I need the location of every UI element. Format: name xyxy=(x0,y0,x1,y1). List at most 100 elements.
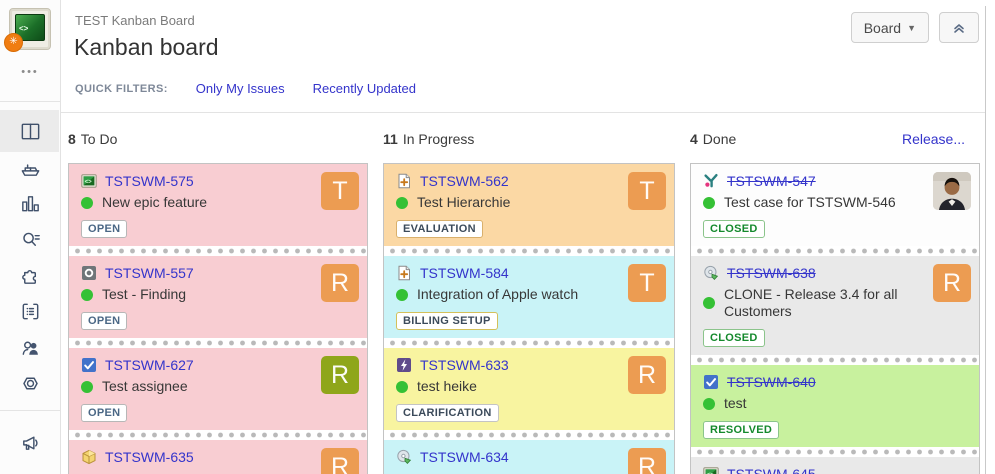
breadcrumb[interactable]: TEST Kanban Board xyxy=(75,13,195,28)
card-separator xyxy=(384,338,674,348)
issue-key-link[interactable]: TSTSWM-635 xyxy=(105,449,194,465)
status-badge: RESOLVED xyxy=(703,421,780,439)
header-buttons: Board ▼ xyxy=(850,12,979,43)
sidebar-item-reports-chart[interactable] xyxy=(0,185,60,221)
issue-card[interactable]: TSTSWM-627 Test assignee OPEN R xyxy=(69,348,367,430)
status-dot-icon xyxy=(81,380,93,393)
search-issues-icon xyxy=(22,232,40,246)
issue-card[interactable]: TSTSWM-635 R xyxy=(69,440,367,474)
avatar[interactable]: T xyxy=(628,264,666,302)
issue-card[interactable]: <> TSTSWM-645 xyxy=(691,457,979,474)
issue-card[interactable]: TSTSWM-557 Test - Finding OPEN R xyxy=(69,256,367,338)
status-dot-icon xyxy=(396,380,408,393)
story-document-icon xyxy=(396,265,412,281)
column-header: 11 In Progress xyxy=(383,131,474,147)
issue-key-link[interactable]: TSTSWM-575 xyxy=(105,173,194,189)
column-name: In Progress xyxy=(402,131,475,147)
status-badge: CLARIFICATION xyxy=(396,404,499,422)
issue-key-link[interactable]: TSTSWM-645 xyxy=(727,466,816,474)
sidebar-item-backlog-list[interactable] xyxy=(0,293,60,329)
status-badge: CLOSED xyxy=(703,220,765,238)
issue-card[interactable]: TSTSWM-584 Integration of Apple watch BILL… xyxy=(384,256,674,338)
avatar[interactable]: T xyxy=(628,172,666,210)
card-key-row: <> TSTSWM-645 xyxy=(703,466,967,474)
issue-key-link[interactable]: TSTSWM-627 xyxy=(105,357,194,373)
avatar[interactable]: R xyxy=(628,356,666,394)
sidebar-item-addons-puzzle[interactable] xyxy=(0,257,60,293)
card-status-row: CLOSED xyxy=(703,219,967,238)
avatar[interactable]: T xyxy=(321,172,359,210)
app-sidebar: <> ✳ ••• xyxy=(0,0,61,474)
column-done: TSTSWM-547 Test case for TSTSWM-546 CLOSED… xyxy=(690,163,980,474)
page-title: Kanban board xyxy=(74,34,219,60)
card-key-row: TSTSWM-635 xyxy=(81,449,355,465)
status-dot-icon xyxy=(396,196,408,209)
avatar[interactable]: R xyxy=(321,356,359,394)
epic-terminal-icon: <> xyxy=(81,173,97,189)
quick-filters-label: QUICK FILTERS: xyxy=(75,82,168,95)
cube-box-icon xyxy=(81,449,97,465)
sidebar-item-search-issues[interactable] xyxy=(0,221,60,257)
card-key-row: TSTSWM-640 xyxy=(703,374,967,390)
card-status-row: EVALUATION xyxy=(396,219,662,238)
issue-key-link[interactable]: TSTSWM-640 xyxy=(727,374,816,390)
task-check-icon xyxy=(81,357,97,373)
release-disc-icon xyxy=(703,265,719,281)
sidebar-item-board-columns[interactable] xyxy=(0,113,60,149)
board-columns-icon xyxy=(21,123,39,139)
status-badge: OPEN xyxy=(81,220,128,238)
issue-key-link[interactable]: TSTSWM-634 xyxy=(420,449,509,465)
right-panel-rail[interactable] xyxy=(985,6,995,474)
issue-card[interactable]: <> TSTSWM-575 New epic feature OPEN T xyxy=(69,164,367,246)
collapse-header-button[interactable] xyxy=(939,12,979,43)
sidebar-item-releases-ship[interactable] xyxy=(0,149,60,185)
board-column-headers: Release... 8 To Do 11 In Progress 4 Done xyxy=(68,131,965,151)
column-name: Done xyxy=(702,131,737,147)
card-status-row: OPEN xyxy=(81,403,355,422)
sidebar-item-settings-hexagon[interactable] xyxy=(0,365,60,401)
kanban-board: <> TSTSWM-575 New epic feature OPEN T TSTSWM-… xyxy=(68,163,980,474)
board-menu-button[interactable]: Board ▼ xyxy=(850,12,929,43)
sidebar-item-feedback-megaphone[interactable] xyxy=(0,424,60,460)
issue-key-link[interactable]: TSTSWM-638 xyxy=(727,265,816,281)
card-status-row: OPEN xyxy=(81,311,355,330)
filter-only-my-issues[interactable]: Only My Issues xyxy=(196,81,285,96)
issue-key-link[interactable]: TSTSWM-547 xyxy=(727,173,816,189)
app-logo[interactable]: <> ✳ xyxy=(4,8,51,52)
release-disc-icon xyxy=(396,449,412,465)
card-summary-row: test xyxy=(703,395,967,412)
status-badge: BILLING SETUP xyxy=(396,312,498,330)
issue-key-link[interactable]: TSTSWM-562 xyxy=(420,173,509,189)
avatar[interactable] xyxy=(933,172,971,210)
issue-card[interactable]: TSTSWM-547 Test case for TSTSWM-546 CLOSED xyxy=(691,164,979,246)
issue-card[interactable]: TSTSWM-633 test heike CLARIFICATION R xyxy=(384,348,674,430)
double-chevron-up-icon xyxy=(954,23,964,33)
issue-card[interactable]: TSTSWM-634 R xyxy=(384,440,674,474)
status-dot-icon xyxy=(703,297,715,309)
avatar[interactable]: R xyxy=(628,448,666,474)
card-key-row: TSTSWM-584 xyxy=(396,265,662,281)
finding-circle-icon xyxy=(81,265,97,281)
avatar[interactable]: R xyxy=(933,264,971,302)
status-dot-icon xyxy=(396,288,408,301)
column-header: 8 To Do xyxy=(68,131,117,147)
card-status-row: CLOSED xyxy=(703,328,967,347)
issue-summary: New epic feature xyxy=(102,194,208,210)
issue-card[interactable]: TSTSWM-640 test RESOLVED xyxy=(691,365,979,447)
status-dot-icon xyxy=(81,196,93,209)
release-link[interactable]: Release... xyxy=(902,131,965,147)
issue-card[interactable]: TSTSWM-562 Test Hierarchie EVALUATION T xyxy=(384,164,674,246)
more-menu-icon[interactable]: ••• xyxy=(0,66,60,78)
issue-key-link[interactable]: TSTSWM-584 xyxy=(420,265,509,281)
column-header: 4 Done xyxy=(690,131,736,147)
avatar[interactable]: R xyxy=(321,448,359,474)
filter-recently-updated[interactable]: Recently Updated xyxy=(313,81,416,96)
avatar[interactable]: R xyxy=(321,264,359,302)
sidebar-item-people[interactable] xyxy=(0,329,60,365)
issue-key-link[interactable]: TSTSWM-557 xyxy=(105,265,194,281)
issue-card[interactable]: TSTSWM-638 CLONE - Release 3.4 for all Cu… xyxy=(691,256,979,355)
svg-text:<>: <> xyxy=(85,180,93,186)
issue-summary: CLONE - Release 3.4 for all Customers xyxy=(724,286,898,319)
issue-key-link[interactable]: TSTSWM-633 xyxy=(420,357,509,373)
board-menu-label: Board xyxy=(863,19,902,36)
